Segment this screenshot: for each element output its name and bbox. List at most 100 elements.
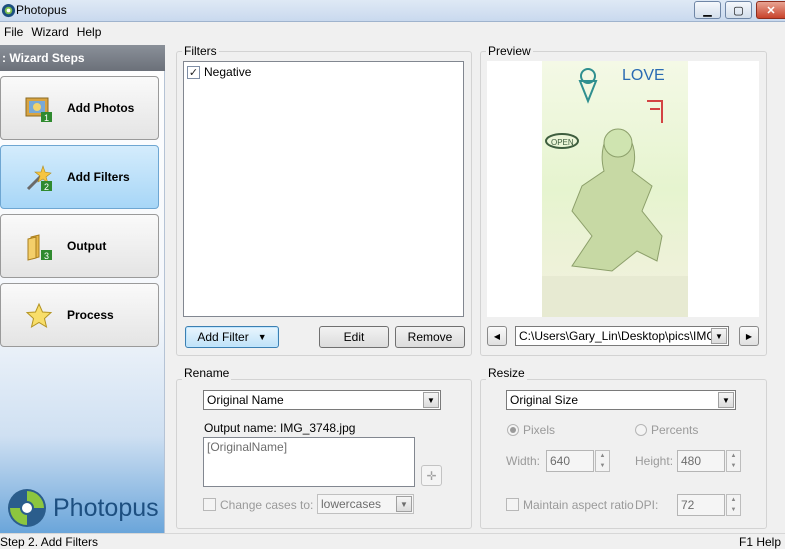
chevron-down-icon: ▼ [718, 392, 734, 408]
photopus-app-icon [1, 3, 16, 18]
width-label: Width: [506, 454, 541, 468]
filter-negative-checkbox[interactable]: ✓ [187, 66, 200, 79]
photopus-logo-icon [8, 489, 46, 527]
dpi-stepper[interactable]: ▲ ▼ [726, 494, 741, 516]
output-name-label: Output name: IMG_3748.jpg [204, 421, 356, 435]
resize-mode-value: Original Size [510, 393, 579, 407]
step-label: Process [67, 308, 114, 322]
step-number-2: 2 [44, 182, 49, 192]
down-arrow-icon: ▼ [730, 463, 737, 469]
status-help-text: F1 Help [739, 535, 782, 549]
rename-pattern-field[interactable]: [OriginalName] [203, 437, 415, 487]
percents-radio[interactable] [635, 424, 647, 436]
brand-name: Photopus [53, 494, 159, 522]
case-value: lowercases [321, 497, 382, 511]
preview-path: C:\Users\Gary_Lin\Desktop\pics\IMG_ [519, 329, 723, 343]
preview-path-select[interactable]: C:\Users\Gary_Lin\Desktop\pics\IMG_ ▼ [515, 326, 729, 346]
right-arrow-icon: ▶ [745, 331, 753, 341]
wizard-steps-header: : Wizard Steps [0, 45, 165, 71]
preview-love-text: LOVE [622, 67, 665, 84]
status-step-text: Step 2. Add Filters [0, 535, 99, 549]
maximize-icon: ▢ [733, 4, 744, 17]
insert-field-button[interactable]: ✛ [421, 465, 442, 486]
filters-list[interactable]: ✓ Negative [183, 61, 464, 317]
step-output[interactable]: 3 Output [0, 214, 159, 278]
status-bar: Step 2. Add Filters F1 Help [0, 533, 785, 549]
minimize-button[interactable]: ▁ [694, 1, 721, 19]
maintain-aspect-label: Maintain aspect ratio [523, 498, 634, 512]
minimize-icon: ▁ [703, 4, 712, 17]
menu-wizard[interactable]: Wizard [27, 25, 72, 39]
rename-pattern-text: [OriginalName] [207, 440, 288, 454]
pixels-radio[interactable] [507, 424, 519, 436]
chevron-down-icon: ▼ [423, 392, 439, 408]
close-button[interactable]: ✕ [756, 1, 785, 19]
up-arrow-icon: ▲ [599, 453, 606, 459]
down-arrow-icon: ▼ [730, 507, 737, 513]
dpi-label: DPI: [635, 498, 659, 512]
height-label: Height: [635, 454, 674, 468]
step-label: Add Filters [67, 170, 130, 184]
photos-icon: 1 [25, 97, 52, 123]
menu-file[interactable]: File [0, 25, 27, 39]
filters-group-label: Filters [182, 44, 219, 58]
rename-mode-select[interactable]: Original Name ▼ [203, 390, 441, 410]
photopus-logo: Photopus [6, 487, 166, 527]
filter-item-negative[interactable]: ✓ Negative [187, 65, 387, 81]
remove-button[interactable]: Remove [395, 326, 465, 348]
down-arrow-icon: ▼ [599, 463, 606, 469]
dropdown-arrow-icon: ▼ [257, 332, 267, 342]
menu-help[interactable]: Help [73, 25, 106, 39]
maintain-aspect-checkbox[interactable] [506, 498, 519, 511]
resize-mode-select[interactable]: Original Size ▼ [506, 390, 736, 410]
step-number-1: 1 [44, 113, 49, 123]
width-stepper[interactable]: ▲ ▼ [595, 450, 610, 472]
wizard-steps-title: Wizard Steps [9, 51, 85, 65]
step-add-filters[interactable]: 2 Add Filters [0, 145, 159, 209]
step-process[interactable]: Process [0, 283, 159, 347]
step-add-photos[interactable]: 1 Add Photos [0, 76, 159, 140]
up-arrow-icon: ▲ [730, 453, 737, 459]
menu-bar: File Wizard Help [0, 22, 785, 42]
plus-icon: ✛ [426, 468, 437, 483]
case-select[interactable]: lowercases ▼ [317, 494, 414, 514]
previous-image-button[interactable]: ◀ [487, 326, 507, 346]
left-arrow-icon: ◀ [493, 331, 501, 341]
filter-label: Negative [204, 65, 252, 79]
width-input[interactable]: 640 [546, 450, 594, 472]
add-filter-label: Add Filter [197, 330, 249, 344]
height-input[interactable]: 480 [677, 450, 725, 472]
step-label: Add Photos [67, 101, 135, 115]
wizard-sidebar: : Wizard Steps 1 Add Photos 2 Add Filter… [0, 45, 165, 533]
percents-label: Percents [651, 423, 699, 437]
chevron-down-icon: ▼ [711, 328, 727, 344]
step-number-3: 3 [44, 251, 49, 261]
height-stepper[interactable]: ▲ ▼ [726, 450, 741, 472]
preview-group-label: Preview [486, 44, 533, 58]
maximize-button[interactable]: ▢ [725, 1, 752, 19]
check-icon: ✓ [188, 67, 199, 79]
folder-icon: 3 [27, 234, 52, 261]
change-cases-label: Change cases to: [220, 498, 314, 512]
preview-area: LOVE OPEN [487, 61, 759, 317]
dpi-input[interactable]: 72 [677, 494, 725, 516]
add-filter-button[interactable]: Add Filter ▼ [185, 326, 279, 348]
next-image-button[interactable]: ▶ [739, 326, 759, 346]
star-icon [25, 302, 53, 329]
preview-image: LOVE OPEN [542, 61, 688, 317]
window-title: Photopus [16, 3, 67, 17]
photopus-window: Photopus ▁ ▢ ✕ File Wizard Help : Wizard… [0, 0, 785, 549]
edit-button[interactable]: Edit [319, 326, 389, 348]
rename-group-label: Rename [182, 366, 232, 380]
preview-open-text: OPEN [551, 138, 574, 147]
step-label: Output [67, 239, 107, 253]
up-arrow-icon: ▲ [730, 497, 737, 503]
resize-group-label: Resize [486, 366, 527, 380]
magic-wand-icon: 2 [26, 165, 52, 192]
chevron-down-icon: ▼ [396, 496, 412, 512]
title-bar: Photopus ▁ ▢ ✕ [0, 0, 785, 22]
close-icon: ✕ [766, 4, 776, 17]
change-cases-checkbox[interactable] [203, 498, 216, 511]
pixels-label: Pixels [523, 423, 556, 437]
rename-mode-value: Original Name [207, 393, 284, 407]
